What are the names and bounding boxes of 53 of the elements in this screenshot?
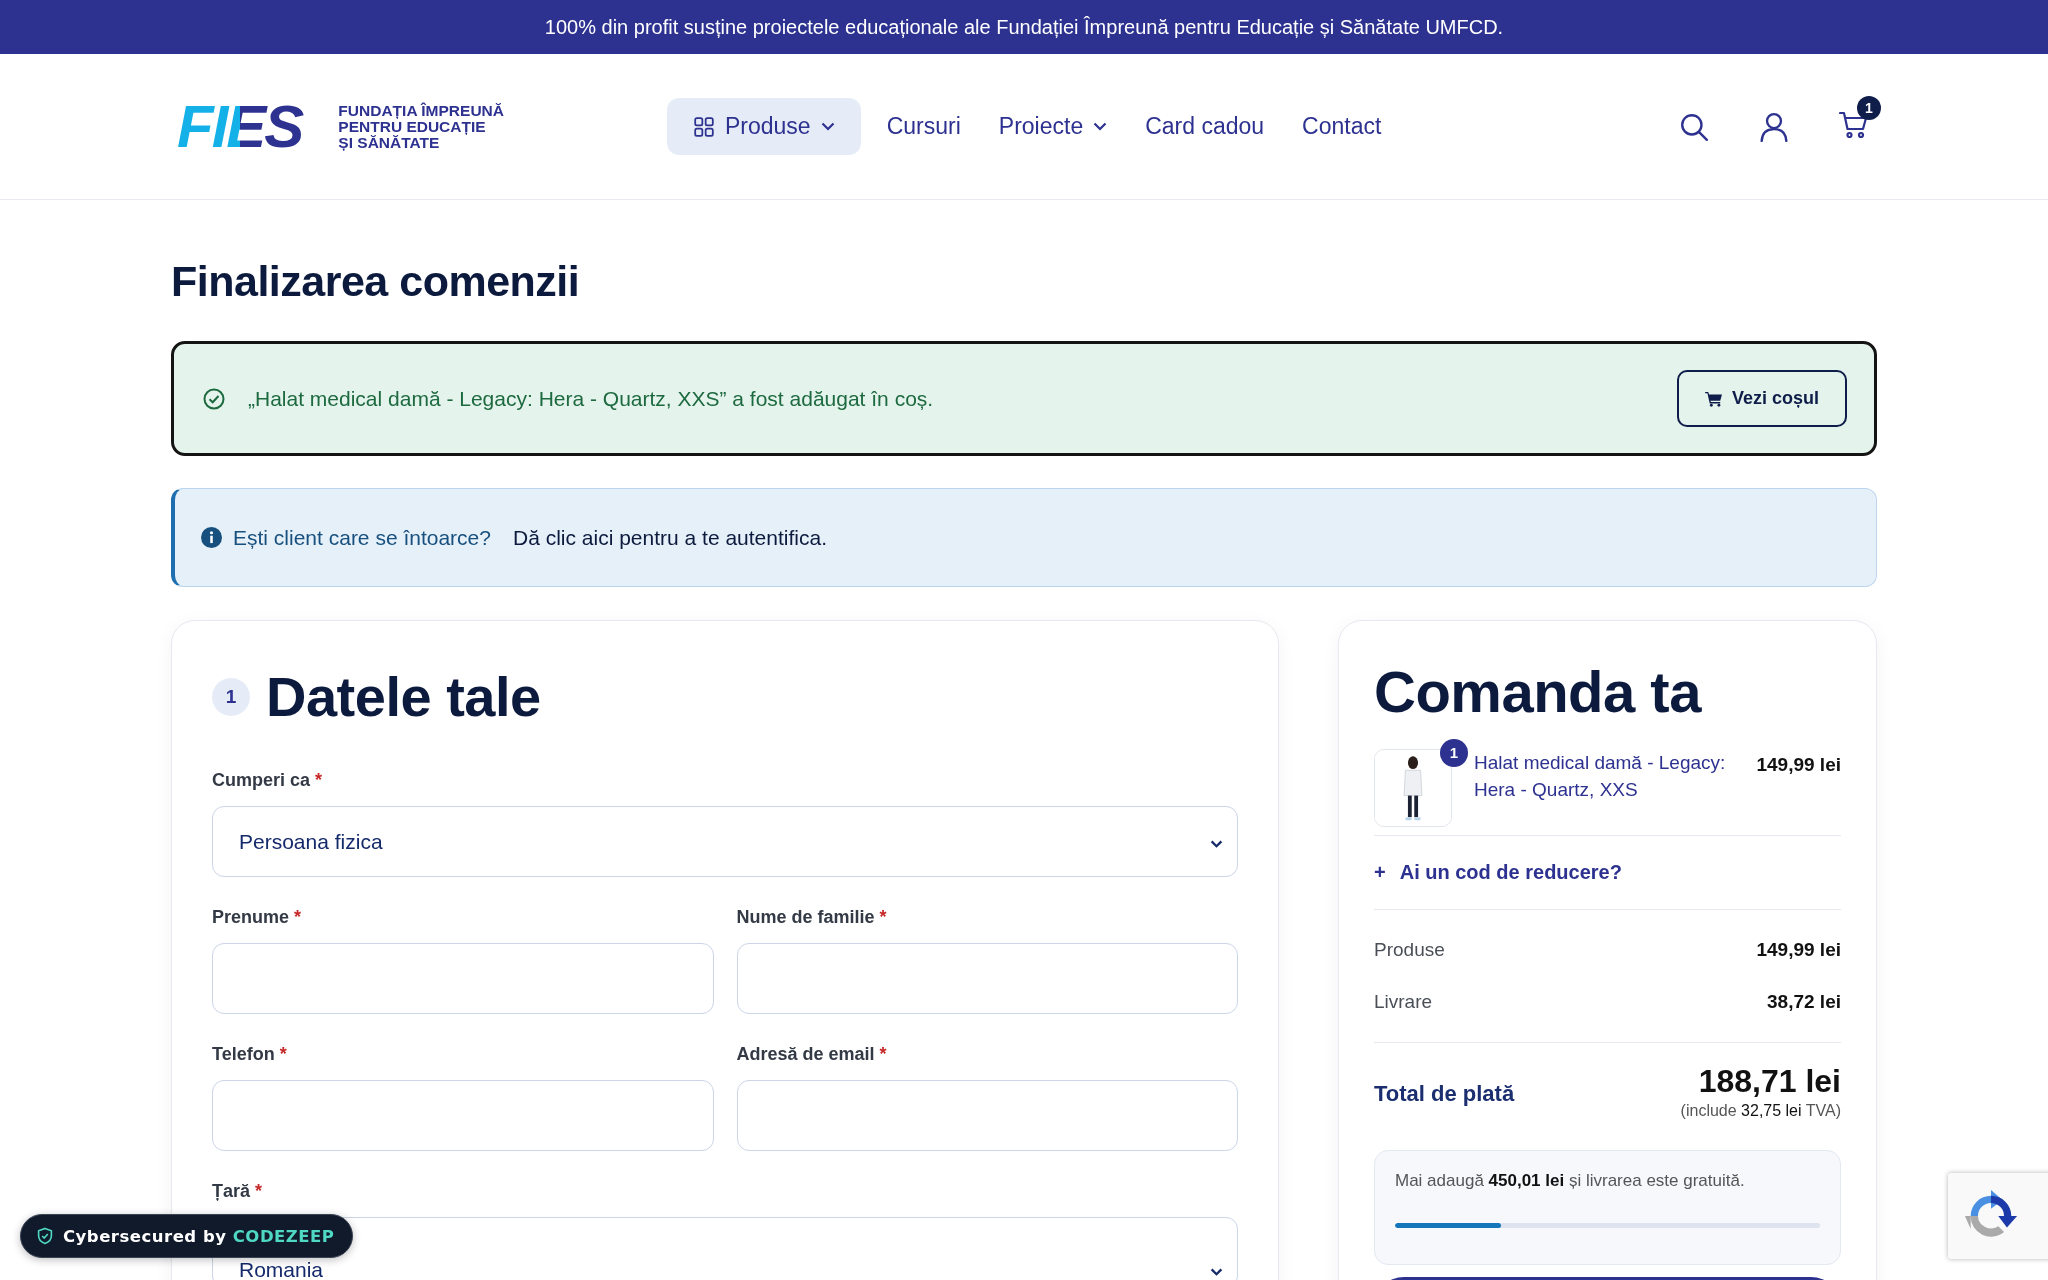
input-field[interactable] (736, 942, 1238, 1014)
nav-link[interactable]: Proiecte (986, 98, 1120, 155)
field-label: Adresă de email * (736, 1043, 887, 1064)
summary-label: Produse (1374, 938, 1445, 961)
check-circle-icon (202, 386, 226, 411)
input-field[interactable] (212, 1079, 714, 1151)
logo-text: FUNDAȚIA ÎMPREUNĂ (338, 102, 504, 119)
info-icon (201, 527, 222, 548)
input-field[interactable] (212, 942, 714, 1014)
summary-value: 149,99 lei (1756, 938, 1841, 961)
grid-icon (693, 115, 715, 138)
user-icon[interactable] (1759, 111, 1789, 142)
products-menu-button[interactable]: Produse (667, 98, 861, 155)
logo-text: ȘI SĂNĂTATE (338, 134, 440, 151)
search-icon[interactable] (1679, 111, 1709, 142)
login-link[interactable]: Dă clic aici pentru a te autentifica. (512, 525, 827, 550)
summary-value: 38,72 lei (1767, 990, 1841, 1013)
page-title: Finalizarea comenzii (171, 260, 581, 303)
field-label: Țară * (212, 1180, 263, 1201)
product-price: 149,99 lei (1756, 753, 1841, 776)
nav-link[interactable]: Cursuri (874, 98, 973, 155)
product-link[interactable]: Halat medical damă - Legacy: Hera - Quartz, XXS (1474, 748, 1739, 803)
summary-label: Livrare (1374, 990, 1433, 1013)
nav-link[interactable]: Contact (1290, 98, 1394, 155)
input-field[interactable] (736, 1079, 1238, 1151)
info-question: Ești client care se întoarce? (233, 525, 491, 550)
coupon-link[interactable]: Ai un cod de reducere? (1399, 860, 1622, 884)
field-label: Cumperi ca * (212, 769, 323, 790)
success-message: „Halat medical damă - Legacy: Hera - Quartz, XXS” a fost adăugat în coș. (248, 386, 934, 411)
free-shipping-message: Mai adaugă 450,01 lei și livrarea este gratuită. (1395, 1170, 1746, 1191)
quantity-badge: 1 (1440, 738, 1468, 767)
section-title: Datele tale (266, 664, 541, 730)
chevron-down-icon (1210, 1267, 1223, 1276)
cart-count-badge: 1 (1857, 95, 1881, 120)
field-label: Nume de familie * (736, 906, 887, 927)
cart-icon (1704, 390, 1723, 407)
total-label: Total de plată (1374, 1080, 1515, 1107)
security-badge[interactable]: Cybersecured by CODEZEEP (20, 1214, 354, 1258)
shield-icon (37, 1227, 53, 1245)
vat-note: (include 32,75 lei TVA) (1680, 1101, 1841, 1120)
recaptcha-badge[interactable] (1948, 1173, 2048, 1259)
step-number: 1 (212, 678, 250, 717)
announcement-text: 100% din profit susține proiectele educaționale ale Fundației Împreună pentru Educație și Sănătate UMFCD. (544, 15, 1504, 39)
logo-text: PENTRU EDUCAȚIE (338, 118, 487, 135)
select-field[interactable]: Persoana fizica (212, 805, 1238, 877)
view-cart-button[interactable]: Vezi coșul (1676, 370, 1847, 427)
chevron-down-icon (1210, 839, 1223, 848)
nav-link[interactable]: Card cadou (1133, 98, 1277, 155)
total-amount: 188,71 lei (1698, 1062, 1841, 1100)
plus-text: + (1374, 860, 1386, 884)
field-label: Telefon * (212, 1043, 287, 1064)
order-title: Comanda ta (1374, 658, 1703, 726)
field-label: Prenume * (212, 906, 302, 927)
